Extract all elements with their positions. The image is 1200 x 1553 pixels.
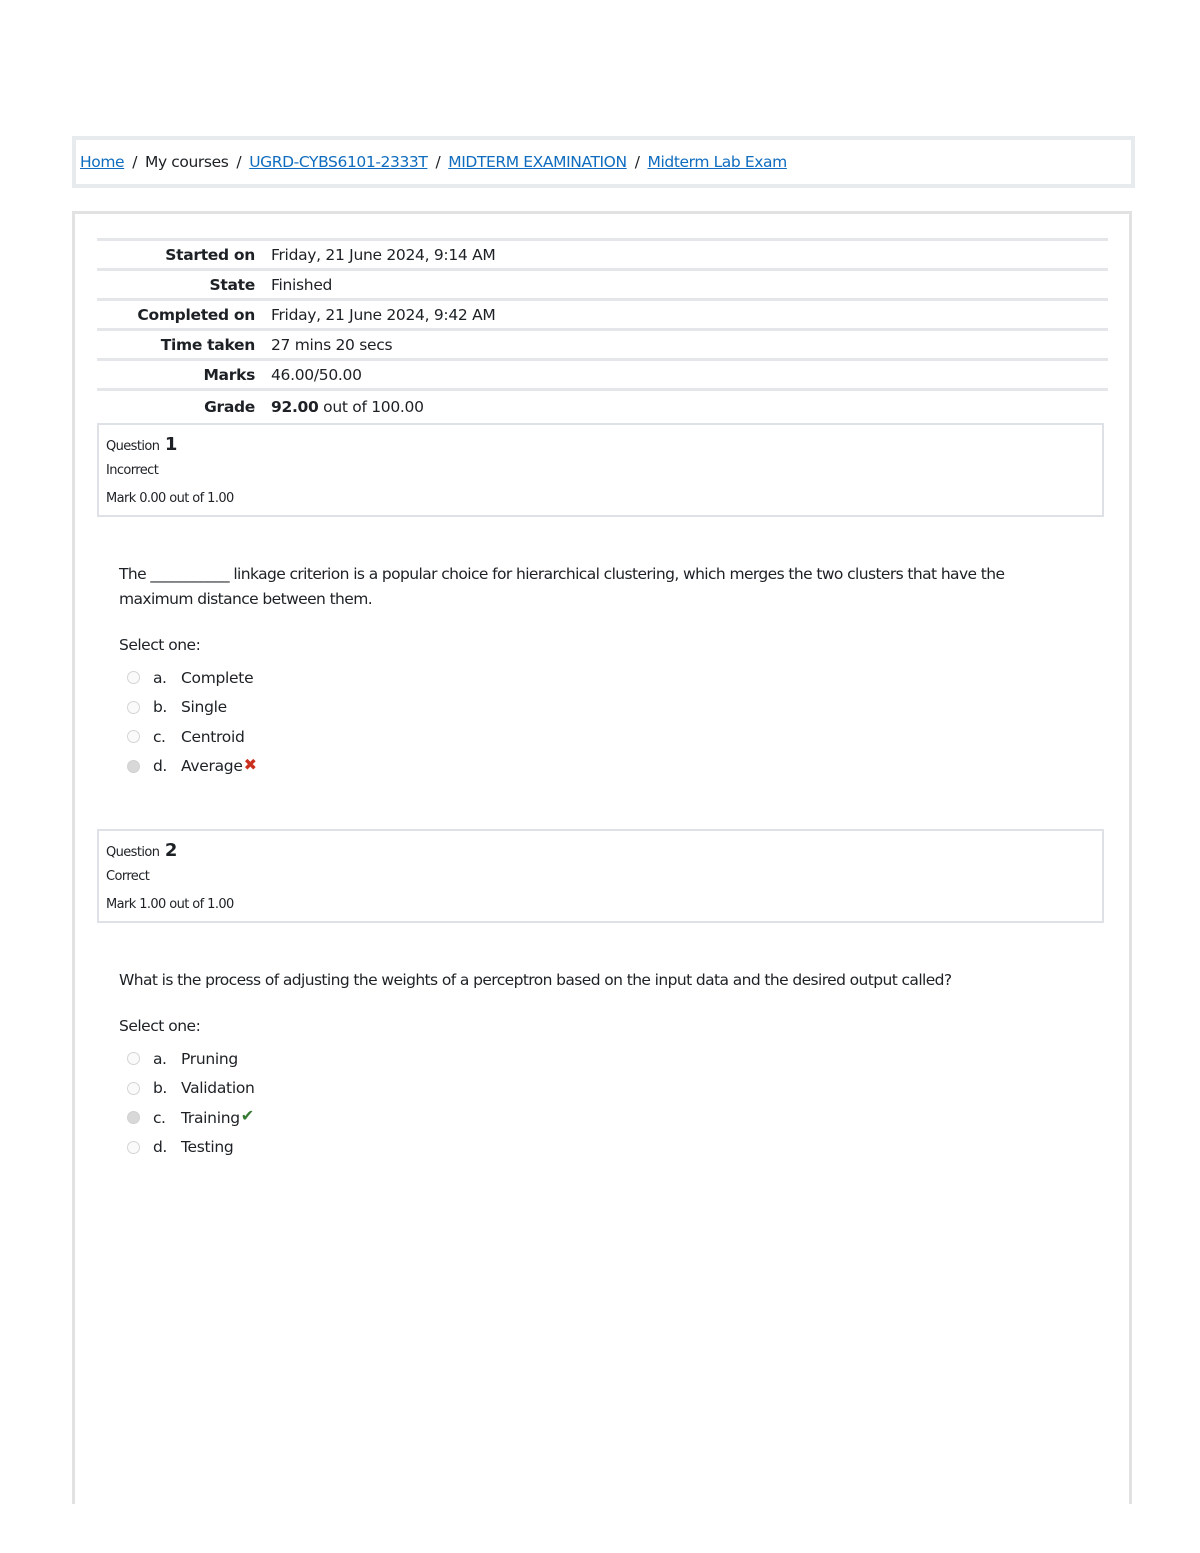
radio-button[interactable]	[127, 1081, 140, 1095]
breadcrumb-separator: /	[634, 153, 640, 171]
question-number: Question 2	[106, 840, 177, 861]
answer-letter: b.	[153, 1079, 167, 1098]
answer-text: Pruning	[181, 1049, 238, 1068]
breadcrumb: Home / My courses / UGRD-CYBS6101-2333T …	[80, 153, 787, 171]
select-one-prompt: Select one:	[119, 636, 201, 654]
answer-option[interactable]: d. Testing	[127, 1133, 255, 1163]
question-text: The ___________ linkage criterion is a p…	[119, 565, 1005, 608]
answer-option-selected[interactable]: c. Training ✔	[127, 1103, 255, 1133]
question-mark: Mark 0.00 out of 1.00	[106, 491, 234, 506]
radio-button-checked[interactable]	[127, 1111, 140, 1125]
radio-button[interactable]	[127, 1140, 140, 1154]
answer-option[interactable]: b. Validation	[127, 1074, 255, 1104]
grade-value: 92.00	[271, 397, 319, 416]
radio-button-checked[interactable]	[127, 759, 140, 773]
question-label: Question	[106, 845, 160, 860]
answer-letter: c.	[153, 727, 166, 746]
question-state: Correct	[106, 869, 150, 884]
attempt-summary-table: Started on Friday, 21 June 2024, 9:14 AM…	[97, 238, 1108, 420]
answer-option-selected[interactable]: d. Average ✖	[127, 752, 257, 782]
answer-option[interactable]: a. Pruning	[127, 1044, 255, 1074]
summary-row-grade: Grade 92.00 out of 100.00	[97, 389, 1108, 421]
question-number-value: 2	[164, 840, 178, 861]
breadcrumb-separator: /	[435, 153, 441, 171]
summary-value: Finished	[271, 275, 333, 294]
grade-out-of: out of 100.00	[323, 397, 424, 416]
answer-list: a. Pruning b. Validation c. Training ✔ d…	[127, 1044, 255, 1162]
answer-text: Training	[181, 1108, 240, 1127]
summary-label: Grade	[204, 397, 255, 416]
summary-value: 92.00 out of 100.00	[263, 390, 1108, 421]
breadcrumb-course-link[interactable]: UGRD-CYBS6101-2333T	[249, 153, 428, 171]
question-info-box: Question 2 Correct Mark 1.00 out of 1.00	[97, 829, 1104, 923]
summary-row-marks: Marks 46.00/50.00	[97, 359, 1108, 390]
breadcrumb-my-courses: My courses	[145, 153, 229, 171]
summary-label: Completed on	[137, 305, 255, 324]
answer-text: Average	[181, 757, 243, 776]
breadcrumb-quiz-link[interactable]: Midterm Lab Exam	[648, 153, 788, 171]
answer-text: Testing	[181, 1138, 234, 1157]
answer-letter: d.	[153, 1138, 167, 1157]
radio-button[interactable]	[127, 730, 140, 744]
summary-row-state: State Finished	[97, 269, 1108, 300]
question-number-value: 1	[164, 434, 178, 455]
summary-row-time-taken: Time taken 27 mins 20 secs	[97, 329, 1108, 360]
answer-text: Centroid	[181, 727, 245, 746]
breadcrumb-section-link[interactable]: MIDTERM EXAMINATION	[448, 153, 627, 171]
breadcrumb-home-link[interactable]: Home	[80, 153, 125, 171]
quiz-review-panel: Started on Friday, 21 June 2024, 9:14 AM…	[72, 211, 1132, 1504]
answer-option[interactable]: a. Complete	[127, 663, 257, 693]
question-text: What is the process of adjusting the wei…	[119, 971, 952, 989]
radio-button[interactable]	[127, 700, 140, 714]
breadcrumb-bar: Home / My courses / UGRD-CYBS6101-2333T …	[72, 136, 1135, 188]
answer-text: Validation	[181, 1079, 255, 1098]
summary-value: 27 mins 20 secs	[271, 335, 393, 354]
select-one-prompt: Select one:	[119, 1017, 201, 1035]
summary-label: Marks	[203, 365, 255, 384]
answer-text: Complete	[181, 668, 254, 687]
radio-button[interactable]	[127, 671, 140, 685]
answer-text: Single	[181, 698, 227, 717]
answer-letter: a.	[153, 1049, 167, 1068]
summary-label: State	[209, 275, 256, 294]
breadcrumb-separator: /	[132, 153, 138, 171]
question-info-box: Question 1 Incorrect Mark 0.00 out of 1.…	[97, 423, 1104, 517]
incorrect-x-icon: ✖	[243, 754, 257, 774]
question-state: Incorrect	[106, 463, 159, 478]
answer-option[interactable]: c. Centroid	[127, 722, 257, 752]
question-label: Question	[106, 439, 160, 454]
summary-value: Friday, 21 June 2024, 9:14 AM	[271, 245, 496, 264]
answer-list: a. Complete b. Single c. Centroid d. Ave…	[127, 663, 257, 781]
answer-letter: c.	[153, 1108, 166, 1127]
breadcrumb-separator: /	[236, 153, 242, 171]
radio-button[interactable]	[127, 1052, 140, 1066]
correct-check-icon: ✔	[240, 1106, 255, 1126]
answer-letter: d.	[153, 757, 167, 776]
summary-row-started-on: Started on Friday, 21 June 2024, 9:14 AM	[97, 239, 1108, 270]
summary-label: Started on	[165, 245, 255, 264]
summary-value: Friday, 21 June 2024, 9:42 AM	[271, 305, 496, 324]
summary-row-completed-on: Completed on Friday, 21 June 2024, 9:42 …	[97, 299, 1108, 330]
summary-value: 46.00/50.00	[271, 365, 362, 384]
summary-label: Time taken	[160, 335, 256, 354]
answer-letter: a.	[153, 668, 167, 687]
question-number: Question 1	[106, 434, 177, 455]
question-mark: Mark 1.00 out of 1.00	[106, 897, 234, 912]
answer-option[interactable]: b. Single	[127, 693, 257, 723]
answer-letter: b.	[153, 698, 167, 717]
